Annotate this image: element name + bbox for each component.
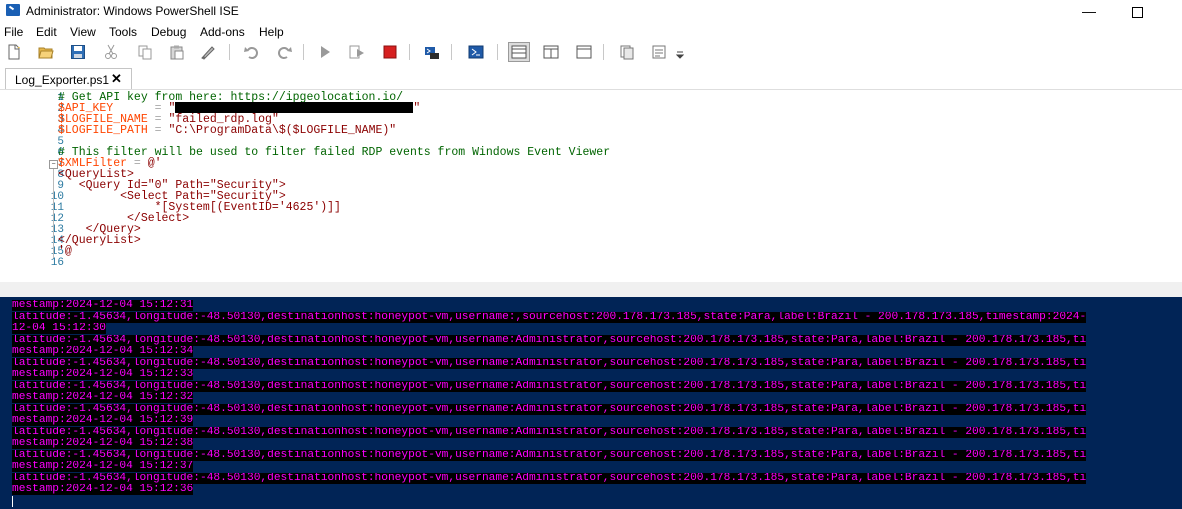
console-line: mestamp:2024-12-04 15:12:32 xyxy=(12,392,194,403)
console-line: latitude:-1.45634,longitude:-48.50130,de… xyxy=(12,450,1087,461)
toolbar-separator xyxy=(497,44,498,60)
console-line: latitude:-1.45634,longitude:-48.50130,de… xyxy=(12,473,1087,484)
open-file-icon[interactable] xyxy=(38,44,54,60)
fold-toggle-icon[interactable]: − xyxy=(49,160,58,169)
cut-icon[interactable] xyxy=(103,44,119,60)
menu-tools[interactable]: Tools xyxy=(109,25,137,39)
console-line: latitude:-1.45634,longitude:-48.50130,de… xyxy=(12,312,1087,323)
menu-file[interactable]: File xyxy=(4,25,23,39)
toolbar-separator xyxy=(229,44,230,60)
powershell-console-icon[interactable] xyxy=(468,44,484,60)
run-script-icon[interactable] xyxy=(317,44,333,60)
console-line: mestamp:2024-12-04 15:12:39 xyxy=(12,415,194,426)
console-line: latitude:-1.45634,longitude:-48.50130,de… xyxy=(12,404,1087,415)
console-line: 12-04 15:12:30 xyxy=(12,323,106,334)
menu-edit[interactable]: Edit xyxy=(36,25,57,39)
menu-view[interactable]: View xyxy=(70,25,96,39)
redacted-api-key xyxy=(175,102,414,114)
code-variable: $LOGFILE_PATH xyxy=(58,124,148,137)
undo-icon[interactable] xyxy=(244,44,260,60)
menu-debug[interactable]: Debug xyxy=(151,25,186,39)
code-line-15: '@ xyxy=(58,245,72,258)
toolbar-overflow-icon[interactable] xyxy=(676,50,684,60)
console-line: mestamp:2024-12-04 15:12:34 xyxy=(12,346,194,357)
show-script-pane-icon[interactable] xyxy=(619,44,635,60)
layout-right-icon[interactable] xyxy=(543,44,559,60)
console-line: mestamp:2024-12-04 15:12:31 xyxy=(12,300,194,311)
toolbar-separator xyxy=(303,44,304,60)
code-string: "C:\ProgramData\$($LOGFILE_NAME)" xyxy=(168,124,397,137)
maximize-icon xyxy=(1131,6,1143,18)
toolbar-separator xyxy=(603,44,604,60)
menu-bar: File Edit View Tools Debug Add-ons Help xyxy=(0,24,1182,42)
tab-close-icon[interactable]: ✕ xyxy=(111,71,122,87)
console-line: mestamp:2024-12-04 15:12:38 xyxy=(12,438,194,449)
pane-splitter[interactable] xyxy=(0,282,1182,297)
powershell-ise-icon xyxy=(6,4,20,16)
console-line: mestamp:2024-12-04 15:12:36 xyxy=(12,484,194,495)
line-number: 16 xyxy=(50,257,64,269)
code-string: @' xyxy=(147,157,162,170)
fold-guide xyxy=(53,169,54,258)
copy-icon[interactable] xyxy=(137,44,153,60)
toolbar xyxy=(0,42,1182,64)
menu-add-ons[interactable]: Add-ons xyxy=(200,25,245,39)
console-line: latitude:-1.45634,longitude:-48.50130,de… xyxy=(12,427,1087,438)
console-line: latitude:-1.45634,longitude:-48.50130,de… xyxy=(12,335,1087,346)
remote-powershell-icon[interactable] xyxy=(424,44,440,60)
console-line: mestamp:2024-12-04 15:12:33 xyxy=(12,369,194,380)
script-editor[interactable]: 1 2 3 4 5 6 7 8 9 10 11 12 13 14 15 16 −… xyxy=(0,90,1182,282)
toolbar-separator xyxy=(409,44,410,60)
maximize-button[interactable] xyxy=(1114,0,1160,22)
window-title: Administrator: Windows PowerShell ISE xyxy=(26,4,239,18)
code-operator: = xyxy=(147,124,169,137)
code-line-4: $LOGFILE_PATH = "C:\ProgramData\$($LOGFI… xyxy=(58,124,396,137)
run-selection-icon[interactable] xyxy=(349,44,365,60)
command-addon-icon[interactable] xyxy=(651,44,667,60)
console-cursor xyxy=(12,496,13,507)
minimize-button[interactable]: — xyxy=(1066,0,1112,22)
title-bar: Administrator: Windows PowerShell ISE — xyxy=(0,0,1182,24)
script-tab-strip: Log_Exporter.ps1 ✕ xyxy=(0,64,1182,90)
redo-icon[interactable] xyxy=(276,44,292,60)
stop-icon[interactable] xyxy=(382,44,398,60)
clear-icon[interactable] xyxy=(200,44,216,60)
code-string: " xyxy=(413,102,421,115)
menu-help[interactable]: Help xyxy=(259,25,284,39)
save-icon[interactable] xyxy=(70,44,86,60)
new-file-icon[interactable] xyxy=(6,44,22,60)
tab-label: Log_Exporter.ps1 xyxy=(15,73,110,87)
paste-icon[interactable] xyxy=(169,44,185,60)
console-line: latitude:-1.45634,longitude:-48.50130,de… xyxy=(12,358,1087,369)
layout-top-icon[interactable] xyxy=(511,44,527,60)
layout-max-icon[interactable] xyxy=(576,44,592,60)
console-line: mestamp:2024-12-04 15:12:37 xyxy=(12,461,194,472)
toolbar-separator xyxy=(451,44,452,60)
console-line: latitude:-1.45634,longitude:-48.50130,de… xyxy=(12,381,1087,392)
tab-log-exporter[interactable]: Log_Exporter.ps1 ✕ xyxy=(5,68,132,90)
